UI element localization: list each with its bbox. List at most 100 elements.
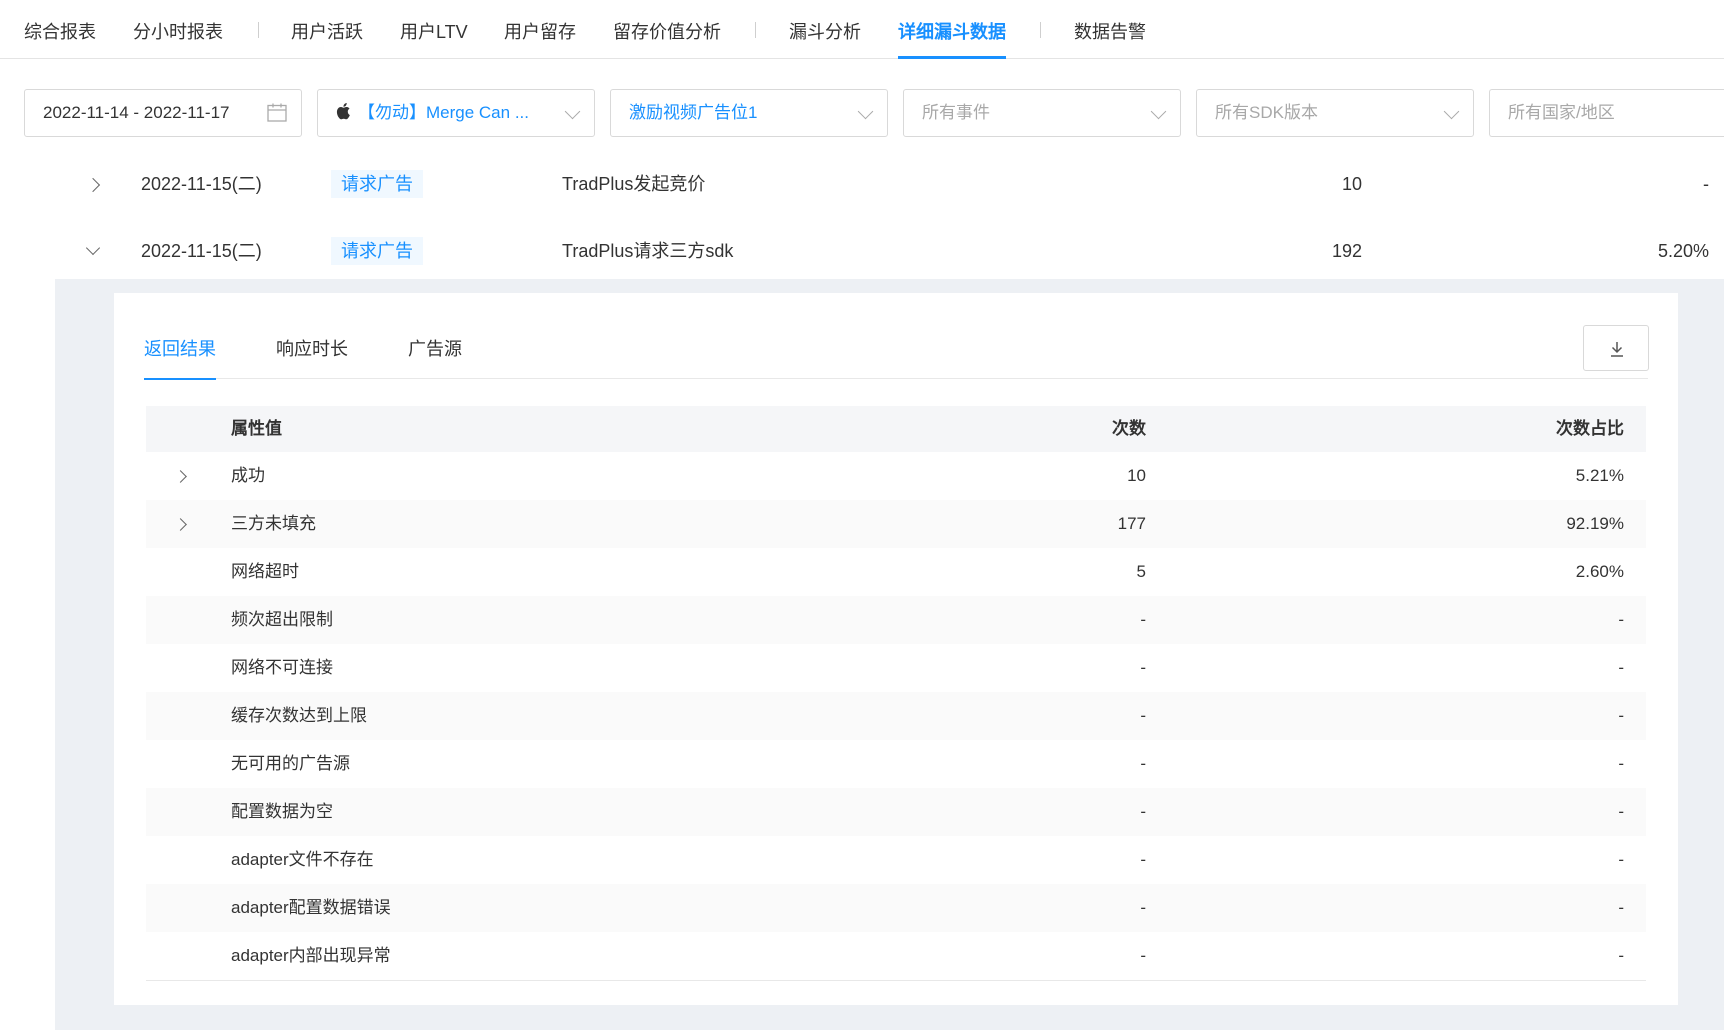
row-pct: - [1703,174,1709,194]
apple-icon [336,103,350,120]
date-range-value: 2022-11-14 - 2022-11-17 [43,103,230,122]
nav-tab-user-active[interactable]: 用户活跃 [291,18,363,59]
country-select-placeholder: 所有国家/地区 [1508,103,1615,122]
row-count: 10 [1341,174,1362,194]
row-pct: - [1618,658,1624,677]
row-count: - [1140,850,1146,869]
row-date: 2022-11-15(二) [141,241,262,261]
row-pct: 5.20% [1657,241,1709,261]
nav-tab-funnel-detail[interactable]: 详细漏斗数据 [898,18,1006,59]
top-nav: 综合报表 分小时报表 用户活跃 用户LTV 用户留存 留存价值分析 漏斗分析 详… [0,0,1724,59]
table-row: 网络超时 5 2.60% [146,548,1646,596]
tab-ad-source[interactable]: 广告源 [408,335,462,379]
row-value: 成功 [231,466,265,485]
chevron-down-icon[interactable] [85,240,101,256]
funnel-row[interactable]: 2022-11-15(二) 请求广告 TradPlus发起竞价 10 - [55,164,1724,230]
row-count: - [1140,802,1146,821]
sdk-version-placeholder: 所有SDK版本 [1215,103,1318,122]
chevron-down-icon [1150,103,1167,120]
table-row: adapter配置数据错误 - - [146,884,1646,932]
date-range-picker[interactable]: 2022-11-14 - 2022-11-17 [24,89,302,137]
funnel-table: 2022-11-15(二) 请求广告 TradPlus发起竞价 10 - 202… [55,168,1724,1030]
content-area: 2022-11-15(二) 请求广告 TradPlus发起竞价 10 - 202… [0,168,1724,1030]
chevron-down-icon [857,103,874,120]
download-button[interactable] [1583,325,1649,371]
row-pct: - [1618,946,1624,965]
chevron-right-icon[interactable] [174,518,187,531]
nav-tab-summary-report[interactable]: 综合报表 [24,18,96,59]
detail-tabs: 返回结果 响应时长 广告源 [144,323,1648,380]
col-header-value: 属性值 [231,419,282,438]
tab-return-result[interactable]: 返回结果 [144,335,216,380]
detail-card: 返回结果 响应时长 广告源 属性值 次数 次数占比 成功 10 5.21% 三方… [114,293,1678,1005]
app-select-value: 【勿动】Merge Can ... [358,103,529,122]
sdk-version-select[interactable]: 所有SDK版本 [1196,89,1474,137]
table-row: 无可用的广告源 - - [146,740,1646,788]
result-table: 属性值 次数 次数占比 成功 10 5.21% 三方未填充 177 92.19% 网络超时 5… [146,406,1646,981]
nav-tab-hourly-report[interactable]: 分小时报表 [133,18,223,59]
table-row[interactable]: 成功 10 5.21% [146,452,1646,500]
nav-tab-user-retention[interactable]: 用户留存 [504,18,576,59]
row-value: 缓存次数达到上限 [231,706,367,725]
row-pct: - [1618,706,1624,725]
country-select[interactable]: 所有国家/地区 [1489,89,1724,137]
row-event: TradPlus发起竞价 [562,174,706,194]
table-row: adapter文件不存在 - - [146,836,1646,884]
row-count: - [1140,754,1146,773]
row-pct: 92.19% [1566,514,1624,533]
download-icon [1611,342,1623,357]
row-type-tag: 请求广告 [331,237,423,265]
table-row[interactable]: 三方未填充 177 92.19% [146,500,1646,548]
calendar-icon [267,103,287,122]
row-value: 无可用的广告源 [231,754,350,773]
nav-separator [755,22,756,38]
row-value: 配置数据为空 [231,802,333,821]
row-event: TradPlus请求三方sdk [562,241,734,261]
nav-tab-user-ltv[interactable]: 用户LTV [400,18,468,59]
table-row: 频次超出限制 - - [146,596,1646,644]
table-row: 缓存次数达到上限 - - [146,692,1646,740]
ad-slot-select[interactable]: 激励视频广告位1 [610,89,888,137]
ad-slot-value: 激励视频广告位1 [629,103,758,122]
row-count: 10 [1127,466,1146,485]
row-count: 192 [1331,241,1362,261]
event-select[interactable]: 所有事件 [903,89,1181,137]
event-select-placeholder: 所有事件 [922,103,990,122]
col-header-count: 次数 [1112,419,1146,438]
row-count: - [1140,706,1146,725]
row-type-tag: 请求广告 [331,170,423,198]
row-value: adapter文件不存在 [231,850,374,869]
row-pct: - [1618,850,1624,869]
chevron-down-icon [1443,103,1460,120]
table-row: 配置数据为空 - - [146,788,1646,836]
row-pct: - [1618,610,1624,629]
table-row: 网络不可连接 - - [146,644,1646,692]
nav-tab-funnel-analysis[interactable]: 漏斗分析 [789,18,861,59]
chevron-right-icon[interactable] [85,177,101,193]
filter-bar: 2022-11-14 - 2022-11-17 【勿动】Merge Can ..… [0,60,1724,168]
row-value: 网络超时 [231,562,299,581]
row-value: adapter内部出现异常 [231,946,391,965]
row-pct: - [1618,802,1624,821]
row-count: - [1140,946,1146,965]
table-bottom-border [146,980,1646,981]
nav-separator [258,22,259,38]
table-body: 成功 10 5.21% 三方未填充 177 92.19% 网络超时 5 2.60% 频次超出限制 -… [146,452,1646,980]
row-pct: 2.60% [1575,562,1624,581]
nav-tab-data-alert[interactable]: 数据告警 [1074,18,1146,59]
row-value: 网络不可连接 [231,658,333,677]
table-row: adapter内部出现异常 - - [146,932,1646,980]
row-count: 177 [1117,514,1146,533]
tab-response-time[interactable]: 响应时长 [276,335,348,379]
row-pct: - [1618,754,1624,773]
app-select[interactable]: 【勿动】Merge Can ... [317,89,595,137]
row-date: 2022-11-15(二) [141,174,262,194]
chevron-down-icon [564,103,581,120]
nav-separator [1040,22,1041,38]
row-count: - [1140,898,1146,917]
chevron-right-icon[interactable] [174,470,187,483]
nav-tab-retention-value[interactable]: 留存价值分析 [613,18,721,59]
row-count: - [1140,610,1146,629]
table-header: 属性值 次数 次数占比 [146,406,1646,452]
row-count: 5 [1136,562,1146,581]
